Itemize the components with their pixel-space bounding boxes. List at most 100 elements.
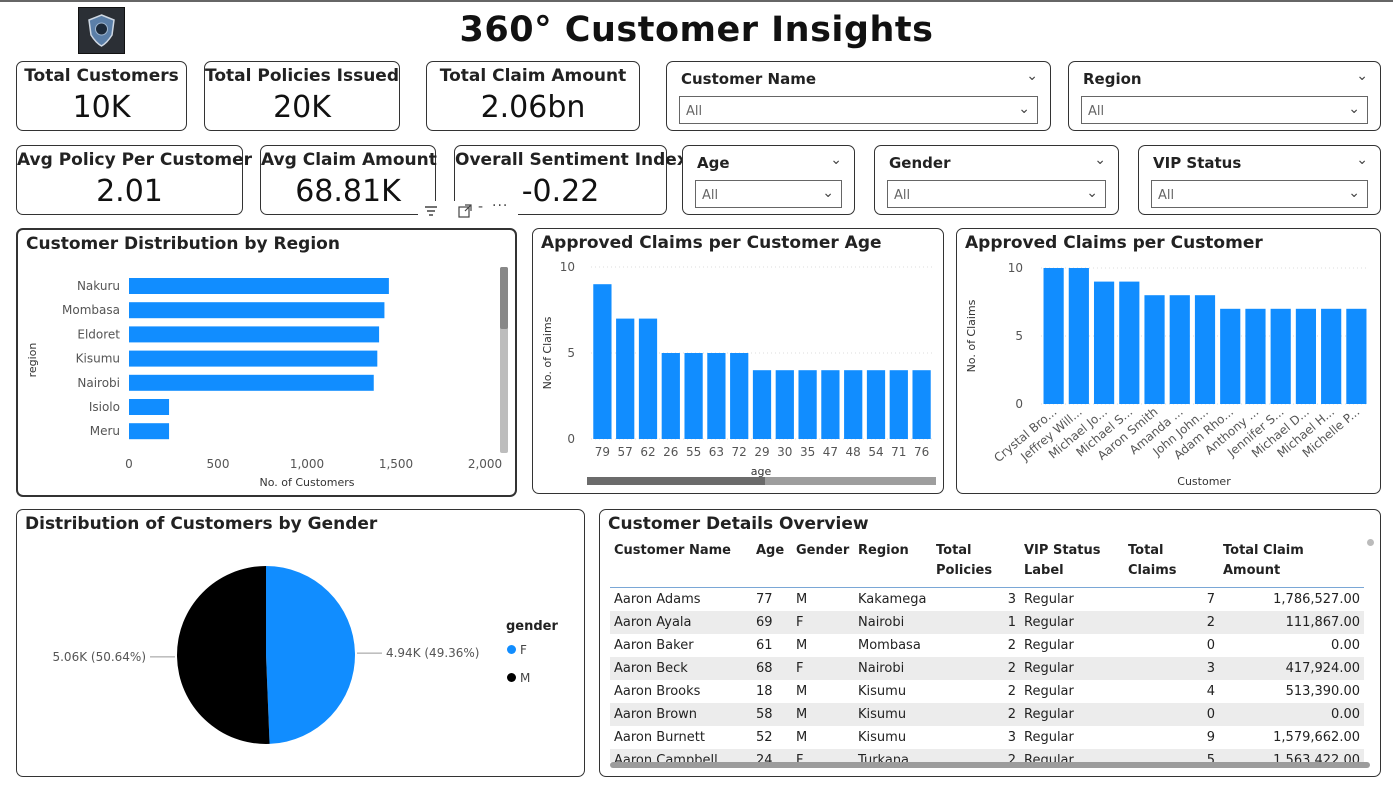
table-cell: Aaron Campbell [610, 748, 752, 762]
table-row[interactable]: Aaron Campbell 24 F Turkana 2 Regular 5 1,563,4… [610, 748, 1364, 762]
tick-label: 0 [125, 457, 133, 471]
table-row[interactable]: Aaron Brown 58 M Kisumu 2 Regular 0 0.00 [610, 702, 1364, 726]
customer-chart-panel[interactable]: Approved Claims per Customer 0 5 10 Crystal… [956, 228, 1381, 494]
bar [844, 370, 863, 439]
category-label: 26 [663, 445, 678, 459]
legend-item-m[interactable]: M [507, 671, 530, 685]
scrollbar-thumb[interactable] [587, 477, 765, 485]
age-chart-panel[interactable]: Approved Claims per Customer Age 0 5 10 79 5… [532, 228, 944, 494]
table-cell: Mombasa [858, 637, 921, 653]
legend-marker [507, 645, 516, 654]
slicer-dropdown[interactable]: All ⌄ [1151, 180, 1368, 208]
table-row[interactable]: Aaron Beck 68 F Nairobi 2 Regular 3 417,924.00 [610, 656, 1364, 680]
chevron-down-icon: ⌄ [822, 185, 834, 201]
table-cell: 18 [756, 683, 773, 699]
bar [129, 326, 380, 343]
column-header[interactable]: Age [752, 538, 792, 588]
table-cell: 7 [1124, 587, 1219, 611]
table-cell: Aaron Burnett [614, 729, 705, 745]
table-cell: Regular [1020, 702, 1124, 726]
bar [866, 370, 886, 439]
chevron-down-icon[interactable]: ⌄ [1026, 68, 1038, 84]
category-label: Eldoret [77, 327, 120, 341]
chevron-down-icon[interactable]: ⌄ [830, 152, 842, 168]
table-cell: Regular [1020, 610, 1124, 634]
vertical-scrollbar[interactable] [500, 267, 508, 453]
table-row[interactable]: Aaron Ayala 69 F Nairobi 1 Regular 2 111,867.00 [610, 610, 1364, 634]
slicer-region[interactable]: Region ⌄ All ⌄ [1068, 61, 1381, 131]
column-header[interactable]: Total Claim Amount [1219, 538, 1364, 588]
column-header[interactable]: Total Policies [932, 538, 1020, 588]
bar [798, 370, 817, 439]
table-row[interactable]: Aaron Burnett 52 M Kisumu 3 Regular 9 1,579,662… [610, 726, 1364, 749]
table-cell: 9 [1206, 729, 1215, 745]
gender-chart-panel[interactable]: Distribution of Customers by Gender 4.94… [16, 509, 585, 777]
bar [129, 350, 378, 367]
table-cell: 0 [1124, 702, 1219, 726]
kpi-total-customers[interactable]: Total Customers 10K [16, 61, 187, 131]
column-header[interactable]: Customer Name [610, 538, 752, 588]
table-cell: Kisumu [858, 683, 907, 699]
slicer-customer-name[interactable]: Customer Name ⌄ All ⌄ [666, 61, 1051, 131]
kpi-total-claim-amount[interactable]: Total Claim Amount 2.06bn [426, 61, 640, 131]
bar [1144, 295, 1165, 404]
table-row[interactable]: Aaron Adams 77 M Kakamega 3 Regular 7 1,786,527… [610, 587, 1364, 611]
table-cell: 68 [752, 656, 792, 680]
table-cell: 111,867.00 [1219, 610, 1364, 634]
table-cell: Regular [1024, 637, 1074, 653]
category-label: 35 [800, 445, 815, 459]
slicer-dropdown[interactable]: All ⌄ [887, 180, 1106, 208]
category-label: 71 [891, 445, 906, 459]
bar [889, 370, 908, 439]
region-chart-panel[interactable]: Customer Distribution by Region Nakuru Mo… [16, 228, 517, 497]
kpi-total-policies[interactable]: Total Policies Issued 20K [204, 61, 400, 131]
bar [1270, 308, 1291, 404]
bar [1321, 308, 1342, 404]
column-header[interactable]: Gender [792, 538, 854, 588]
legend-item-f[interactable]: F [507, 643, 527, 657]
table-cell: F [792, 610, 854, 634]
kpi-label: Total Customers [24, 66, 179, 86]
slicer-gender[interactable]: Gender ⌄ All ⌄ [874, 145, 1119, 215]
table-cell: 1 [932, 610, 1020, 634]
slicer-vip-status[interactable]: VIP Status ⌄ All ⌄ [1138, 145, 1381, 215]
category-label: Meru [90, 424, 120, 438]
kpi-avg-claim[interactable]: Avg Claim Amount 68.81K [260, 145, 437, 215]
slicer-dropdown[interactable]: All ⌄ [695, 180, 842, 208]
table-row[interactable]: Aaron Brooks 18 M Kisumu 2 Regular 4 513,390.00 [610, 680, 1364, 703]
category-label: Nakuru [77, 279, 120, 293]
column-header[interactable]: Region [854, 538, 932, 588]
kpi-label: Avg Claim Amount [261, 150, 437, 170]
scrollbar-thumb[interactable] [500, 267, 508, 329]
table-cell: Kisumu [858, 729, 907, 745]
column-header[interactable]: Total Claims [1124, 538, 1219, 588]
table-cell: 1,579,662.00 [1273, 729, 1360, 745]
table-cell: M [792, 702, 854, 726]
slicer-age[interactable]: Age ⌄ All ⌄ [682, 145, 855, 215]
column-header[interactable]: VIP Status Label [1020, 538, 1124, 588]
filter-icon[interactable] [423, 203, 439, 223]
slicer-dropdown[interactable]: All ⌄ [679, 96, 1038, 124]
bar [730, 353, 749, 439]
table-row[interactable]: Aaron Baker 61 M Mombasa 2 Regular 0 0.00 [610, 634, 1364, 657]
bar [593, 284, 612, 439]
customer-details-panel[interactable]: Customer Details Overview Customer Name … [599, 509, 1381, 777]
region-bar-chart: Nakuru Mombasa Eldoret Kisumu Nairobi Isiolo M… [26, 278, 502, 489]
chevron-down-icon[interactable]: ⌄ [1094, 152, 1106, 168]
horizontal-scrollbar[interactable] [587, 477, 936, 485]
slicer-dropdown[interactable]: All ⌄ [1081, 96, 1368, 124]
chevron-down-icon[interactable]: ⌄ [1356, 68, 1368, 84]
kpi-avg-policy[interactable]: Avg Policy Per Customer 2.01 [16, 145, 252, 215]
table-cell: Nairobi [854, 656, 932, 680]
focus-mode-icon[interactable] [457, 203, 473, 223]
table-cell: 69 [752, 610, 792, 634]
table-cell: Regular [1020, 748, 1124, 762]
chevron-down-icon[interactable]: ⌄ [1356, 152, 1368, 168]
slicer-value: All [686, 104, 703, 119]
vertical-scrollbar[interactable] [1367, 539, 1374, 546]
horizontal-scrollbar[interactable] [610, 762, 1370, 768]
slicer-label: VIP Status [1153, 154, 1242, 172]
bar [638, 318, 658, 439]
more-options-icon[interactable]: ··· [492, 198, 508, 214]
table-cell: 417,924.00 [1219, 656, 1364, 680]
